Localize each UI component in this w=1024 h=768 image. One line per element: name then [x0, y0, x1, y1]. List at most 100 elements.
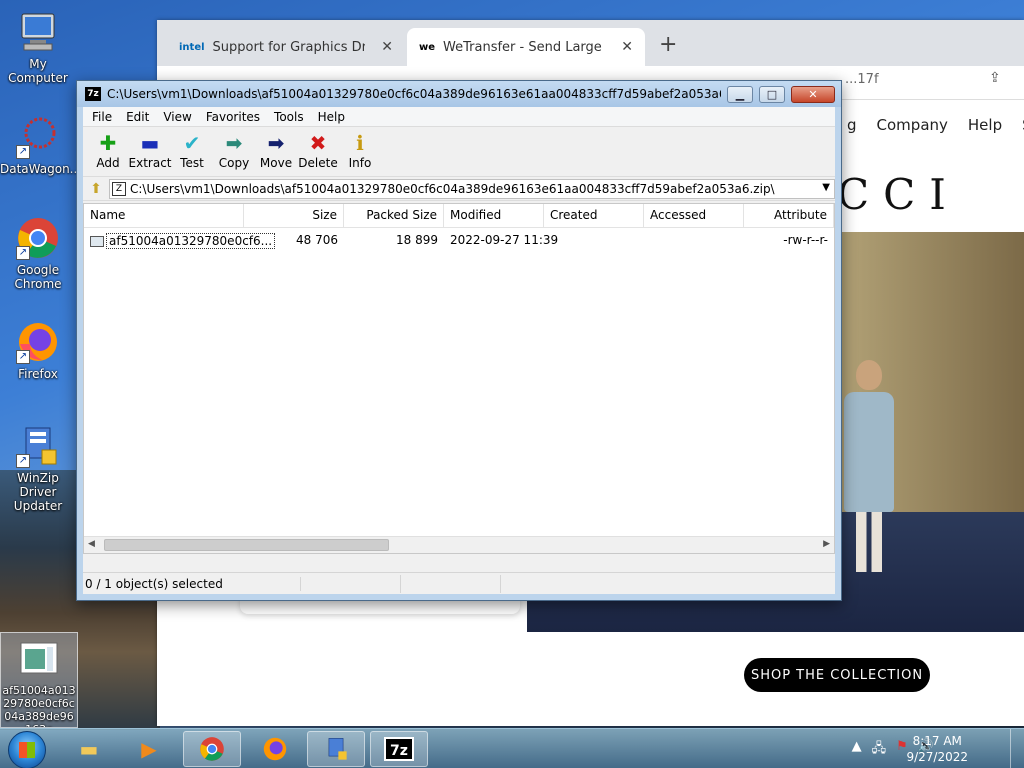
status-pane [301, 574, 401, 593]
clock-time: 8:17 AM [912, 734, 962, 748]
title-bar[interactable]: 7z C:\Users\vm1\Downloads\af51004a013297… [77, 81, 841, 107]
path-value: C:\Users\vm1\Downloads\af51004a01329780e… [130, 181, 775, 196]
delete-x-icon: ✖ [309, 131, 327, 155]
desktop-icon-label: Google Chrome [14, 263, 62, 291]
clock-date: 9/27/2022 [906, 750, 968, 764]
extract-button[interactable]: ▬ Extract [128, 127, 172, 170]
scroll-left-icon[interactable]: ◀ [88, 539, 95, 549]
desktop-icon-zip-file[interactable]: af51004a01329780e0cf6c04a389de96163e [0, 632, 78, 728]
shortcut-arrow-icon: ↗ [16, 454, 30, 468]
toolbar-label: Test [180, 156, 204, 170]
taskbar-media-player[interactable]: ▶ [120, 731, 178, 767]
media-player-icon: ▶ [141, 737, 157, 761]
start-button[interactable] [8, 731, 46, 768]
column-packed-size[interactable]: Packed Size [344, 204, 444, 227]
info-button[interactable]: ℹ Info [339, 127, 381, 170]
tray-expand-icon[interactable]: ▲ [852, 739, 862, 761]
menu-help[interactable]: Help [311, 110, 352, 124]
taskbar-sevenzip[interactable]: 7z [370, 731, 428, 767]
winzip-driver-updater-icon: ↗ [16, 424, 60, 468]
tab-close-icon[interactable]: ✕ [621, 39, 633, 55]
column-attribute[interactable]: Attribute [744, 204, 834, 227]
path-field[interactable]: Z C:\Users\vm1\Downloads\af51004a0132978… [109, 178, 835, 199]
taskbar-clock[interactable]: 8:17 AM 9/27/2022 [906, 733, 968, 765]
file-packed-size: 18 899 [396, 233, 438, 247]
tab-wetransfer[interactable]: we WeTransfer - Send Large Files & ✕ [407, 28, 645, 66]
desktop-icon-google-chrome[interactable]: ↗ Google Chrome [0, 216, 76, 291]
test-button[interactable]: ✔ Test [171, 127, 213, 170]
file-size: 48 706 [296, 233, 338, 247]
status-bar: 0 / 1 object(s) selected [83, 572, 835, 594]
toolbar-label: Info [348, 156, 372, 170]
shortcut-arrow-icon: ↗ [16, 350, 30, 364]
menu-file[interactable]: File [85, 110, 119, 124]
hero-figure [842, 360, 896, 580]
add-button[interactable]: ✚ Add [87, 127, 129, 170]
taskbar-firefox[interactable] [246, 731, 304, 767]
column-modified[interactable]: Modified [444, 204, 544, 227]
chevron-down-icon[interactable]: ▼ [822, 182, 830, 193]
menu-edit[interactable]: Edit [119, 110, 156, 124]
column-created[interactable]: Created [544, 204, 644, 227]
delete-button[interactable]: ✖ Delete [297, 127, 339, 170]
status-pane [401, 574, 501, 593]
brand-logo-text: CCI [837, 170, 960, 219]
column-accessed[interactable]: Accessed [644, 204, 744, 227]
show-desktop-button[interactable] [1010, 729, 1024, 768]
nav-link-company[interactable]: Company [877, 116, 948, 134]
maximize-button[interactable]: □ [759, 85, 785, 103]
scroll-thumb[interactable] [104, 539, 389, 551]
minus-icon: ▬ [140, 131, 160, 155]
desktop-icon-winzip-driver-updater[interactable]: ↗ WinZip Driver Updater [0, 424, 76, 513]
column-size[interactable]: Size [244, 204, 344, 227]
share-icon[interactable]: ⇪ [989, 70, 1001, 86]
horizontal-scrollbar[interactable]: ◀ ▶ [84, 536, 834, 553]
shop-the-collection-button[interactable]: SHOP THE COLLECTION [744, 658, 930, 692]
computer-icon [16, 10, 60, 54]
tab-close-icon[interactable]: ✕ [381, 39, 393, 55]
menu-favorites[interactable]: Favorites [199, 110, 267, 124]
desktop-icon-firefox[interactable]: ↗ Firefox [0, 320, 76, 381]
move-button[interactable]: ➡ Move [255, 127, 297, 170]
toolbar-label: Extract [128, 156, 172, 170]
nav-link-partial[interactable]: g [847, 116, 857, 134]
browser-tab-strip: intel Support for Graphics Drivers for ✕… [157, 20, 1024, 66]
close-button[interactable]: ✕ [791, 85, 835, 103]
desktop-icon-label: DataWagon... [0, 162, 82, 176]
folder-up-icon[interactable]: ⬆ [87, 181, 105, 197]
chrome-icon: ↗ [16, 216, 60, 260]
toolbar-label: Copy [218, 156, 250, 170]
winzip-driver-updater-icon [328, 738, 347, 760]
tab-intel-support[interactable]: intel Support for Graphics Drivers for ✕ [167, 28, 405, 66]
zip-file-icon [17, 637, 61, 681]
desktop-icon-my-computer[interactable]: My Computer [0, 10, 76, 85]
menu-tools[interactable]: Tools [267, 110, 311, 124]
move-arrow-icon: ➡ [267, 131, 285, 155]
plus-icon: ✚ [99, 131, 117, 155]
network-icon[interactable]: 🖧 [872, 739, 887, 761]
copy-button[interactable]: ➡ Copy [213, 127, 255, 170]
taskbar-winzip-updater[interactable] [307, 731, 365, 767]
table-row[interactable]: af51004a01329780e0cf6... 48 706 18 899 2… [84, 232, 834, 250]
toolbar: ✚ Add ▬ Extract ✔ Test ➡ Copy ➡ Move ✖ Delete ℹ Info [83, 127, 835, 177]
toolbar-label: Add [96, 156, 120, 170]
intel-favicon-icon: intel [179, 41, 205, 53]
column-name[interactable]: Name [84, 204, 244, 227]
datawagon-icon: ↗ [16, 115, 60, 159]
window-client: File Edit View Favorites Tools Help ✚ Add… [83, 107, 835, 594]
desktop-icon-datawagon[interactable]: ↗ DataWagon... [0, 115, 81, 176]
nav-link-help[interactable]: Help [968, 116, 1002, 134]
taskbar-explorer[interactable]: ▬ [60, 731, 118, 767]
new-tab-plus-icon[interactable]: + [659, 32, 677, 57]
tab-label: WeTransfer - Send Large Files & [443, 39, 605, 55]
info-icon: ℹ [356, 131, 364, 155]
scroll-right-icon[interactable]: ▶ [823, 539, 830, 549]
toolbar-label: Delete [298, 156, 338, 170]
minimize-button[interactable]: ▁ [727, 85, 753, 103]
desktop-icon-label: af51004a01329780e0cf6c04a389de96163e [2, 684, 76, 727]
menu-view[interactable]: View [156, 110, 198, 124]
taskbar-chrome[interactable] [183, 731, 241, 767]
chrome-icon [200, 737, 224, 761]
file-created [544, 232, 644, 250]
address-text: ...17f [845, 72, 879, 87]
